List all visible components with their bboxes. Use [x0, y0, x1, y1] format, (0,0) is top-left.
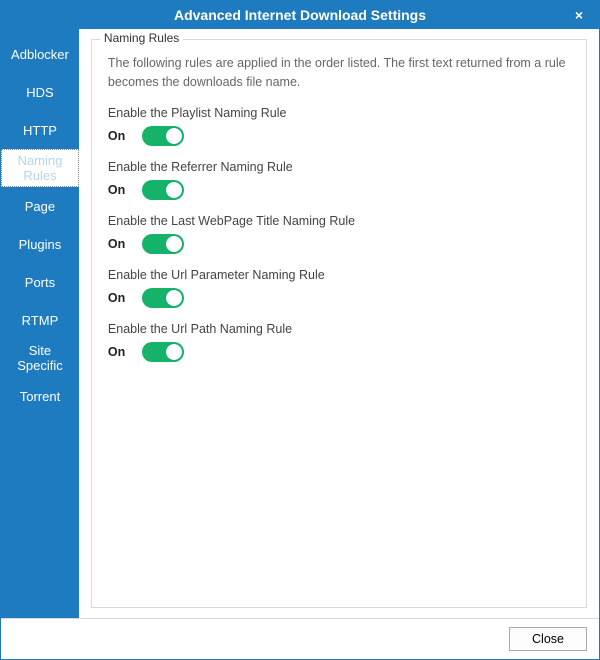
sidebar-item-hds[interactable]: HDS	[1, 73, 79, 111]
sidebar-item-http[interactable]: HTTP	[1, 111, 79, 149]
toggle-state-text: On	[108, 345, 132, 359]
toggle-state-text: On	[108, 237, 132, 251]
footer: Close	[1, 618, 599, 659]
toggle-row: On	[108, 234, 570, 254]
toggle-row: On	[108, 288, 570, 308]
sidebar-item-label: Adblocker	[11, 47, 69, 62]
toggle-knob	[166, 344, 182, 360]
sidebar-item-label: Site Specific	[5, 343, 75, 373]
rule-label: Enable the Url Parameter Naming Rule	[108, 268, 570, 282]
toggle-playlist[interactable]	[142, 126, 184, 146]
sidebar-item-label: RTMP	[22, 313, 59, 328]
sidebar-item-rtmp[interactable]: RTMP	[1, 301, 79, 339]
sidebar-item-torrent[interactable]: Torrent	[1, 377, 79, 415]
rule-label: Enable the Playlist Naming Rule	[108, 106, 570, 120]
sidebar-item-ports[interactable]: Ports	[1, 263, 79, 301]
toggle-knob	[166, 290, 182, 306]
sidebar-item-plugins[interactable]: Plugins	[1, 225, 79, 263]
toggle-knob	[166, 128, 182, 144]
rule-url-path: Enable the Url Path Naming Rule On	[108, 322, 570, 362]
toggle-knob	[166, 182, 182, 198]
sidebar-item-label: Naming Rules	[6, 153, 74, 183]
toggle-url-parameter[interactable]	[142, 288, 184, 308]
sidebar-item-label: Torrent	[20, 389, 60, 404]
toggle-row: On	[108, 180, 570, 200]
rule-playlist: Enable the Playlist Naming Rule On	[108, 106, 570, 146]
rule-referrer: Enable the Referrer Naming Rule On	[108, 160, 570, 200]
group-title: Naming Rules	[100, 31, 183, 45]
settings-window: Advanced Internet Download Settings × Ad…	[0, 0, 600, 660]
sidebar-item-label: HDS	[26, 85, 53, 100]
toggle-url-path[interactable]	[142, 342, 184, 362]
close-button[interactable]: Close	[509, 627, 587, 651]
toggle-webpage-title[interactable]	[142, 234, 184, 254]
toggle-knob	[166, 236, 182, 252]
sidebar: Adblocker HDS HTTP Naming Rules Page Plu…	[1, 29, 79, 618]
sidebar-item-page[interactable]: Page	[1, 187, 79, 225]
rule-url-parameter: Enable the Url Parameter Naming Rule On	[108, 268, 570, 308]
rule-label: Enable the Url Path Naming Rule	[108, 322, 570, 336]
rule-label: Enable the Referrer Naming Rule	[108, 160, 570, 174]
sidebar-item-label: Ports	[25, 275, 55, 290]
titlebar: Advanced Internet Download Settings ×	[1, 1, 599, 29]
sidebar-item-site-specific[interactable]: Site Specific	[1, 339, 79, 377]
toggle-state-text: On	[108, 291, 132, 305]
sidebar-item-label: Page	[25, 199, 55, 214]
toggle-referrer[interactable]	[142, 180, 184, 200]
rule-webpage-title: Enable the Last WebPage Title Naming Rul…	[108, 214, 570, 254]
sidebar-item-label: Plugins	[19, 237, 62, 252]
rule-label: Enable the Last WebPage Title Naming Rul…	[108, 214, 570, 228]
close-icon[interactable]: ×	[567, 1, 591, 29]
toggle-row: On	[108, 342, 570, 362]
toggle-state-text: On	[108, 183, 132, 197]
sidebar-item-label: HTTP	[23, 123, 57, 138]
content-area: Naming Rules The following rules are app…	[79, 29, 599, 618]
toggle-row: On	[108, 126, 570, 146]
group-description: The following rules are applied in the o…	[108, 54, 570, 92]
sidebar-item-naming-rules[interactable]: Naming Rules	[1, 149, 79, 187]
window-title: Advanced Internet Download Settings	[174, 7, 426, 23]
toggle-state-text: On	[108, 129, 132, 143]
window-body: Adblocker HDS HTTP Naming Rules Page Plu…	[1, 29, 599, 618]
sidebar-item-adblocker[interactable]: Adblocker	[1, 35, 79, 73]
naming-rules-group: Naming Rules The following rules are app…	[91, 39, 587, 608]
